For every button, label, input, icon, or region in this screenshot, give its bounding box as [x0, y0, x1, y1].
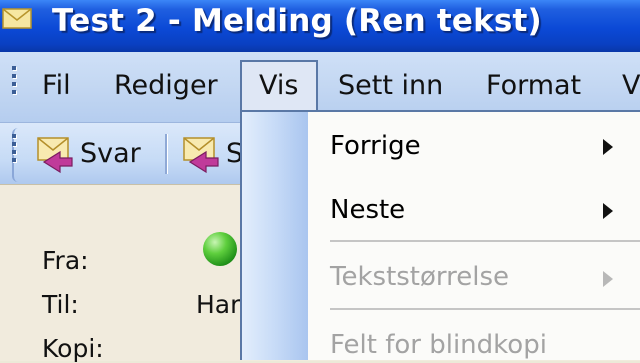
reply-all-icon[interactable]: [176, 132, 222, 176]
cc-label: Kopi:: [42, 334, 104, 363]
view-menu-icon-strip: [242, 112, 308, 360]
presence-online-icon[interactable]: [203, 232, 237, 266]
reply-icon[interactable]: [30, 132, 76, 176]
toolbar-grip[interactable]: [12, 134, 17, 166]
menu-fil[interactable]: Fil: [42, 70, 71, 101]
view-menu-separator: [330, 308, 640, 310]
title-bar[interactable]: Test 2 - Melding (Ren tekst): [0, 0, 640, 52]
menu-format[interactable]: Format: [486, 70, 581, 101]
submenu-arrow-icon: [603, 203, 613, 219]
to-label: Til:: [42, 290, 79, 319]
menubar-grip[interactable]: [12, 66, 17, 98]
menu-verktoy[interactable]: V: [622, 70, 640, 101]
submenu-arrow-icon: [603, 271, 613, 287]
view-menu-item-felt-for-blindkopi: Felt for blindkopi: [330, 330, 547, 360]
view-menu-item-forrige[interactable]: Forrige: [330, 131, 421, 161]
window-title: Test 2 - Melding (Ren tekst): [52, 3, 542, 39]
menu-sett-inn[interactable]: Sett inn: [338, 70, 443, 101]
from-label: Fra:: [42, 246, 89, 275]
toolbar-separator: [165, 134, 168, 174]
submenu-arrow-icon: [603, 139, 613, 155]
reply-button-label[interactable]: Svar: [80, 138, 141, 169]
view-menu-item-neste[interactable]: Neste: [330, 195, 405, 225]
view-menu-separator: [330, 240, 640, 242]
to-value[interactable]: Har: [196, 290, 240, 319]
menu-rediger[interactable]: Rediger: [114, 70, 218, 101]
envelope-icon: [2, 8, 32, 29]
view-menu-item-tekststorrelse: Tekststørrelse: [330, 262, 510, 292]
menu-vis[interactable]: Vis: [259, 70, 298, 101]
